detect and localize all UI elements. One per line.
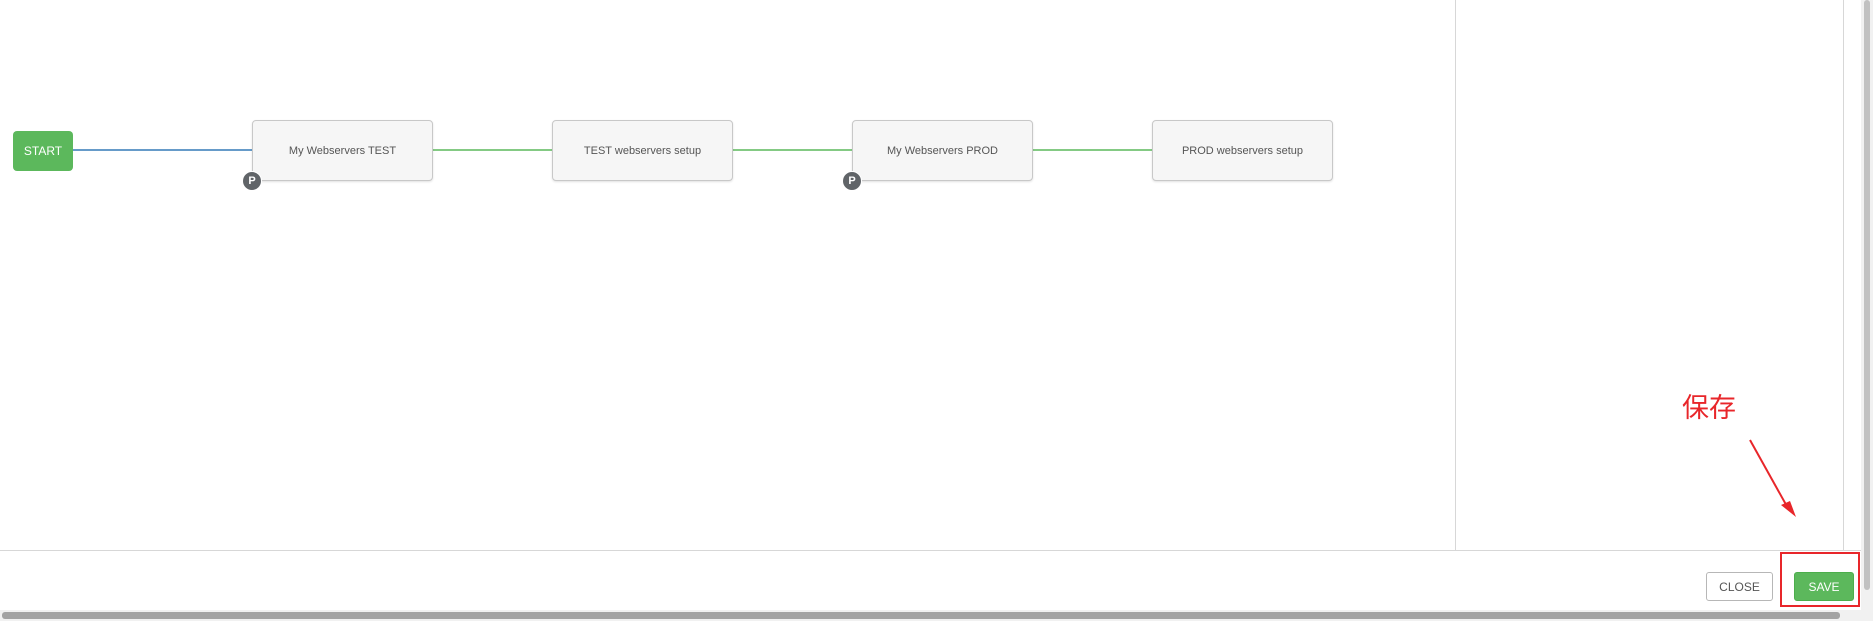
workflow-links xyxy=(73,149,1152,151)
project-sync-badge: P xyxy=(842,171,862,191)
start-node[interactable]: START xyxy=(13,131,73,171)
workflow-node-test-webservers-setup[interactable]: TEST webservers setup xyxy=(552,120,733,181)
workflow-node-label: My Webservers PROD xyxy=(886,144,999,157)
panel-divider xyxy=(1843,0,1844,550)
workflow-graph-canvas[interactable]: START My Webservers TEST P TEST webserve… xyxy=(0,0,1455,550)
workflow-node-label: TEST webservers setup xyxy=(583,144,702,157)
workflow-node-prod-webservers-setup[interactable]: PROD webservers setup xyxy=(1152,120,1333,181)
workflow-editor: START My Webservers TEST P TEST webserve… xyxy=(0,0,1873,621)
close-button-label: CLOSE xyxy=(1719,579,1760,594)
annotation-arrow-icon xyxy=(1749,439,1796,517)
workflow-node-my-webservers-test[interactable]: My Webservers TEST xyxy=(252,120,433,181)
workflow-node-label: PROD webservers setup xyxy=(1181,144,1304,157)
annotation-label: 保存 xyxy=(1682,393,1736,424)
workflow-node-label: My Webservers TEST xyxy=(288,144,397,157)
start-node-label: START xyxy=(23,144,63,158)
modal-footer xyxy=(0,550,1873,610)
close-button[interactable]: CLOSE xyxy=(1706,572,1773,601)
workflow-node-my-webservers-prod[interactable]: My Webservers PROD xyxy=(852,120,1033,181)
project-sync-badge: P xyxy=(242,171,262,191)
vertical-scrollbar-thumb[interactable] xyxy=(1864,0,1870,590)
horizontal-scrollbar-thumb[interactable] xyxy=(2,612,1840,619)
annotation-highlight-box xyxy=(1780,552,1860,607)
